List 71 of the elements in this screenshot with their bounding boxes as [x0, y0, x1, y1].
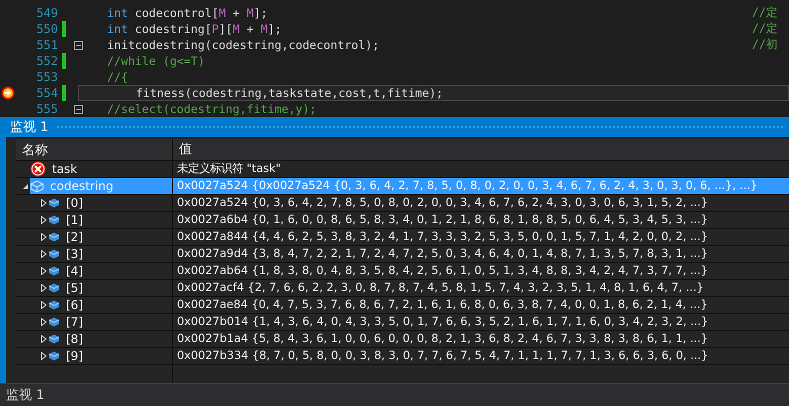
variable-name: [8]	[66, 332, 83, 346]
variable-name: [2]	[66, 230, 83, 244]
code-line: initcodestring(codestring,codecontrol);	[107, 38, 380, 52]
cube-icon	[48, 197, 60, 209]
cube-icon	[48, 299, 60, 311]
variable-value: 0x0027b014 {1, 4, 3, 6, 4, 0, 4, 3, 3, 5, 0, 1, 7, 6, 6, 3, 5, 2, 1, 6, 1, 7, 1, 6, 0, 3, 4, 2, 3, 2, ...}	[172, 314, 789, 330]
code-line: int codestring[P][M + M];	[107, 22, 282, 36]
expander-icon[interactable]	[40, 199, 46, 207]
expander-icon[interactable]	[22, 182, 28, 190]
code-line: int codecontrol[M + M];	[107, 6, 268, 20]
variable-name: [6]	[66, 298, 83, 312]
cube-icon	[48, 231, 60, 243]
code-line: //select(codestring,fitime,y);	[107, 102, 316, 116]
variable-name: [5]	[66, 281, 83, 295]
expander-icon[interactable]	[40, 216, 46, 224]
panel-title: 监视 1	[10, 119, 48, 136]
expander-icon[interactable]	[40, 352, 46, 360]
line-number: 553	[35, 70, 58, 84]
breakpoint-arrow-icon[interactable]	[1, 86, 15, 100]
variable-name: [7]	[66, 315, 83, 329]
collapse-icon[interactable]	[74, 104, 83, 114]
cube-icon	[48, 316, 60, 328]
line-number: 551	[35, 38, 58, 52]
variable-value: 未定义标识符 "task"	[172, 161, 789, 177]
variable-value: 0x0027a524 {0x0027a524 {0, 3, 6, 4, 2, 7, 8, 5, 0, 8, 0, 2, 0, 0, 3, 4, 6, 7, 6, 2, 4, 3, 0, 3, 0, 6, ...}, ...}	[172, 178, 789, 194]
cube-icon	[48, 214, 60, 226]
cube-icon	[30, 179, 44, 193]
expander-icon[interactable]	[40, 284, 46, 292]
cube-icon	[48, 333, 60, 345]
line-number: 552	[35, 54, 58, 68]
code-line: //while (g<=T)	[107, 54, 205, 68]
column-header[interactable]: 名称	[16, 140, 172, 158]
code-line: fitness(codestring,taskstate,cost,t,fitime);	[134, 86, 444, 100]
variable-value: 0x0027a844 {4, 4, 6, 2, 5, 3, 8, 3, 2, 4, 1, 7, 3, 3, 3, 2, 5, 3, 5, 0, 0, 1, 5, 7, 1, 4, 2, 0, 0, 2, ...}	[172, 229, 789, 245]
cube-icon	[48, 248, 60, 260]
line-number: 554	[35, 86, 58, 100]
variable-name: [0]	[66, 196, 83, 210]
variable-name: [4]	[66, 264, 83, 278]
variable-value: 0x0027b1a4 {5, 8, 4, 3, 6, 1, 0, 0, 6, 0, 0, 0, 8, 2, 1, 3, 6, 8, 2, 4, 6, 7, 3, 3, 8, 3, 8, 6, 1, 1, ...}	[172, 331, 789, 347]
variable-value: 0x0027acf4 {2, 7, 6, 6, 2, 2, 3, 0, 8, 7, 8, 7, 4, 5, 8, 1, 5, 7, 4, 3, 2, 3, 5, 1, 4, 8, 1, 6, 4, 7, ...}	[172, 280, 789, 296]
code-comment: //定	[752, 5, 778, 21]
cube-icon	[48, 265, 60, 277]
variable-value: 0x0027ae84 {0, 4, 7, 5, 3, 7, 6, 8, 6, 7, 2, 1, 6, 1, 6, 8, 0, 6, 3, 8, 7, 4, 0, 0, 1, 8, 6, 2, 1, 4, ...}	[172, 297, 789, 313]
collapse-icon[interactable]	[74, 40, 83, 50]
code-comment: //初	[752, 37, 778, 53]
expander-icon[interactable]	[40, 250, 46, 258]
line-number: 550	[35, 22, 58, 36]
expander-icon[interactable]	[40, 233, 46, 241]
variable-value: 0x0027ab64 {1, 8, 3, 8, 0, 4, 8, 3, 5, 8, 4, 2, 5, 6, 1, 0, 5, 1, 3, 4, 8, 8, 3, 4, 2, 4, 7, 3, 7, 7, ...}	[172, 263, 789, 279]
line-number: 555	[35, 102, 58, 116]
error-icon	[30, 161, 46, 177]
expander-icon[interactable]	[40, 267, 46, 275]
expander-icon[interactable]	[40, 335, 46, 343]
variable-name: task	[52, 162, 78, 176]
cube-icon	[48, 282, 60, 294]
cube-icon	[48, 350, 60, 362]
variable-value: 0x0027a9d4 {3, 8, 4, 7, 2, 2, 1, 7, 2, 4, 7, 2, 5, 0, 3, 4, 6, 4, 0, 1, 4, 8, 7, 1, 3, 5, 7, 8, 3, 1, ...}	[172, 246, 789, 262]
line-number: 549	[35, 6, 58, 20]
column-header[interactable]: 值	[172, 139, 789, 160]
variable-name: [1]	[66, 213, 83, 227]
variable-name: codestring	[50, 179, 114, 193]
expander-icon[interactable]	[40, 301, 46, 309]
code-line: //{	[107, 70, 128, 84]
variable-value: 0x0027b334 {8, 7, 0, 5, 8, 0, 0, 3, 8, 3, 0, 7, 7, 6, 7, 5, 4, 7, 1, 1, 1, 7, 7, 1, 3, 6, 6, 3, 6, 0, ...}	[172, 348, 789, 364]
code-comment: //定	[752, 21, 778, 37]
variable-name: [9]	[66, 349, 83, 363]
variable-value: 0x0027a524 {0, 3, 6, 4, 2, 7, 8, 5, 0, 8, 0, 2, 0, 0, 3, 4, 6, 7, 6, 2, 4, 3, 0, 3, 0, 6, 3, 1, 5, 2, ...}	[172, 195, 789, 211]
variable-name: [3]	[66, 247, 83, 261]
panel-tab[interactable]: 监视 1	[6, 384, 44, 404]
expander-icon[interactable]	[40, 318, 46, 326]
variable-value: 0x0027a6b4 {0, 1, 6, 0, 0, 8, 6, 5, 8, 3, 4, 0, 1, 2, 1, 8, 6, 8, 1, 8, 8, 5, 0, 6, 4, 5, 3, 4, 5, 3, ...}	[172, 212, 789, 228]
